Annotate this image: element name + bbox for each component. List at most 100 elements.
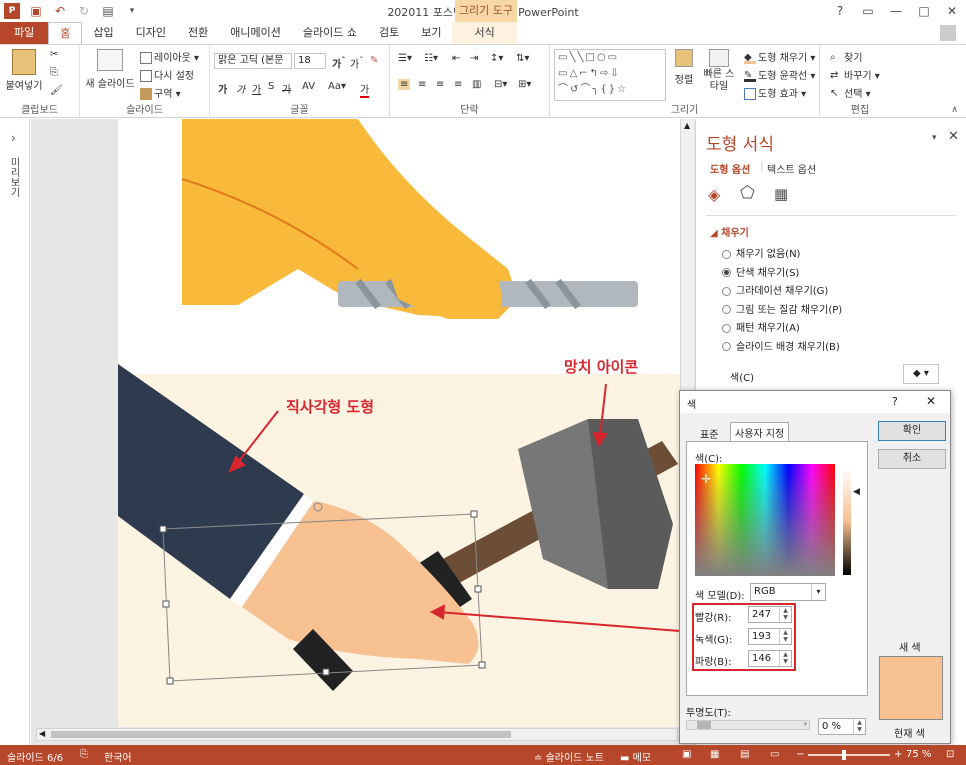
zoom-level[interactable]: 75 %: [906, 749, 931, 760]
collapse-ribbon-icon[interactable]: ∧: [951, 105, 958, 115]
slideshow-view-icon[interactable]: ▭: [770, 749, 779, 760]
spin-arrows-icon[interactable]: ▲ ▼: [779, 651, 791, 666]
paste-button[interactable]: 붙여넣기: [4, 49, 44, 92]
horizontal-scrollbar[interactable]: ◀: [36, 728, 678, 741]
help-button[interactable]: ?: [826, 0, 854, 22]
fill-option[interactable]: 채우기 없음(N): [722, 246, 842, 265]
font-color-icon[interactable]: 가: [360, 81, 370, 98]
scroll-thumb[interactable]: [51, 731, 511, 738]
slide-canvas[interactable]: 직사각형 도형 망치 아이콘: [118, 119, 680, 727]
align-right-icon[interactable]: ≡: [436, 79, 444, 90]
tab-insert[interactable]: 삽입: [82, 22, 124, 44]
strikethrough-icon[interactable]: 가: [282, 81, 291, 96]
dialog-close-button[interactable]: ✕: [926, 394, 936, 408]
tab-standard[interactable]: 표준: [700, 426, 718, 441]
luminance-arrow-icon[interactable]: ◀: [853, 487, 860, 497]
reset-button[interactable]: 다시 설정: [140, 67, 194, 82]
arrange-button[interactable]: 정렬: [670, 49, 698, 86]
align-left-icon[interactable]: ≡: [398, 79, 411, 90]
minimize-button[interactable]: —: [882, 0, 910, 22]
shapes-gallery[interactable]: ▭╲╲□○▭ ▭△⌐↰⇨⇩ ⌒↺⌒╮{}☆: [554, 49, 666, 101]
replace-button[interactable]: ⇄ 바꾸기 ▾: [830, 67, 880, 82]
color-picker-button[interactable]: ◆ ▾: [903, 364, 939, 384]
layout-button[interactable]: 레이아웃 ▾: [140, 49, 199, 64]
ribbon-display-button[interactable]: ▭: [854, 0, 882, 22]
shape-outline-button[interactable]: ✎ 도형 윤곽선 ▾: [744, 67, 815, 82]
font-name-combo[interactable]: 맑은 고딕 (본문: [214, 53, 292, 69]
fill-option[interactable]: 슬라이드 배경 채우기(B): [722, 339, 842, 358]
reading-view-icon[interactable]: ▤: [740, 749, 749, 760]
size-properties-icon[interactable]: ▦: [774, 185, 788, 203]
notes-button[interactable]: ≐ 슬라이드 노트: [534, 749, 604, 764]
clear-format-icon[interactable]: ✎: [370, 55, 378, 66]
close-button[interactable]: ✕: [938, 0, 966, 22]
align-text-icon[interactable]: ⊟▾: [494, 79, 507, 90]
tab-text-options[interactable]: 텍스트 옵션: [767, 161, 816, 176]
comments-button[interactable]: ▬ 메모: [620, 749, 651, 764]
decrease-indent-icon[interactable]: ⇤: [452, 53, 460, 64]
tab-review[interactable]: 검토: [368, 22, 410, 44]
section-button[interactable]: 구역 ▾: [140, 85, 181, 100]
dialog-help-button[interactable]: ?: [892, 395, 898, 408]
align-center-icon[interactable]: ≡: [418, 79, 426, 90]
zoom-out-icon[interactable]: −: [796, 749, 804, 760]
fill-option[interactable]: 패턴 채우기(A): [722, 320, 842, 339]
tab-view[interactable]: 보기: [410, 22, 452, 44]
tab-design[interactable]: 디자인: [125, 22, 177, 44]
copy-icon[interactable]: ⎘: [50, 67, 58, 78]
blue-input[interactable]: 146 ▲ ▼: [748, 650, 792, 667]
zoom-thumb[interactable]: [842, 750, 846, 760]
expand-pane-icon[interactable]: ›: [11, 131, 16, 145]
tab-transitions[interactable]: 전환: [177, 22, 219, 44]
tab-animations[interactable]: 애니메이션: [219, 22, 292, 44]
spellcheck-icon[interactable]: ⎘: [80, 749, 88, 760]
tab-slideshow[interactable]: 슬라이드 쇼: [292, 22, 368, 44]
transparency-input[interactable]: 0 % ▲ ▼: [818, 718, 866, 735]
columns-icon[interactable]: ▥: [472, 79, 481, 90]
font-size-combo[interactable]: 18: [294, 53, 326, 69]
spin-arrows-icon[interactable]: ▲ ▼: [779, 607, 791, 622]
text-direction-icon[interactable]: ⇅▾: [516, 53, 529, 64]
spin-arrows-icon[interactable]: ▲ ▼: [853, 719, 865, 734]
luminance-bar[interactable]: [843, 467, 851, 575]
scroll-up-icon[interactable]: ▲: [684, 121, 690, 130]
slide-sorter-icon[interactable]: ▦: [710, 749, 719, 760]
color-model-select[interactable]: RGB ▾: [750, 583, 826, 601]
tab-file[interactable]: 파일: [0, 22, 49, 44]
increase-indent-icon[interactable]: ⇥: [470, 53, 478, 64]
slider-thumb[interactable]: [697, 721, 711, 729]
find-button[interactable]: ⌕ 찾기: [830, 49, 862, 64]
underline-icon[interactable]: 가: [252, 81, 261, 96]
fill-line-icon[interactable]: ◈: [708, 185, 720, 204]
cancel-button[interactable]: 취소: [878, 449, 946, 469]
shrink-font-icon[interactable]: 가ˇ: [350, 55, 363, 70]
new-slide-button[interactable]: 새 슬라이드: [84, 49, 136, 90]
bullets-icon[interactable]: ☰▾: [398, 53, 412, 64]
tab-custom[interactable]: 사용자 지정: [730, 422, 790, 442]
fill-section-toggle[interactable]: ◢ 채우기: [710, 224, 749, 239]
select-button[interactable]: ↖ 선택 ▾: [830, 85, 871, 100]
green-input[interactable]: 193 ▲ ▼: [748, 628, 792, 645]
color-spectrum[interactable]: ✛: [695, 464, 835, 576]
format-painter-icon[interactable]: 🖌: [50, 85, 63, 96]
zoom-slider[interactable]: [808, 750, 890, 760]
grow-font-icon[interactable]: 가ˆ: [332, 55, 345, 70]
slider-right-icon[interactable]: ›: [804, 719, 807, 728]
user-avatar[interactable]: [940, 25, 956, 41]
ok-button[interactable]: 확인: [878, 421, 946, 441]
tab-shape-options[interactable]: 도형 옵션: [710, 161, 750, 176]
language-indicator[interactable]: 한국어: [104, 749, 132, 764]
transparency-slider[interactable]: ›: [686, 719, 810, 730]
normal-view-icon[interactable]: ▣: [682, 749, 691, 760]
quick-styles-button[interactable]: 빠른 스타일: [702, 49, 736, 93]
line-spacing-icon[interactable]: ↕▾: [490, 53, 503, 64]
shape-effects-button[interactable]: 도형 효과 ▾: [744, 85, 806, 100]
numbering-icon[interactable]: ☷▾: [424, 53, 438, 64]
fill-option[interactable]: 그림 또는 질감 채우기(P): [722, 302, 842, 321]
cut-icon[interactable]: ✂: [50, 49, 58, 60]
fill-option[interactable]: 그라데이션 채우기(G): [722, 283, 842, 302]
pane-options-icon[interactable]: ▾: [932, 133, 937, 143]
pane-close-icon[interactable]: ✕: [948, 129, 959, 144]
tab-home[interactable]: 홈: [48, 22, 83, 44]
maximize-button[interactable]: □: [910, 0, 938, 22]
